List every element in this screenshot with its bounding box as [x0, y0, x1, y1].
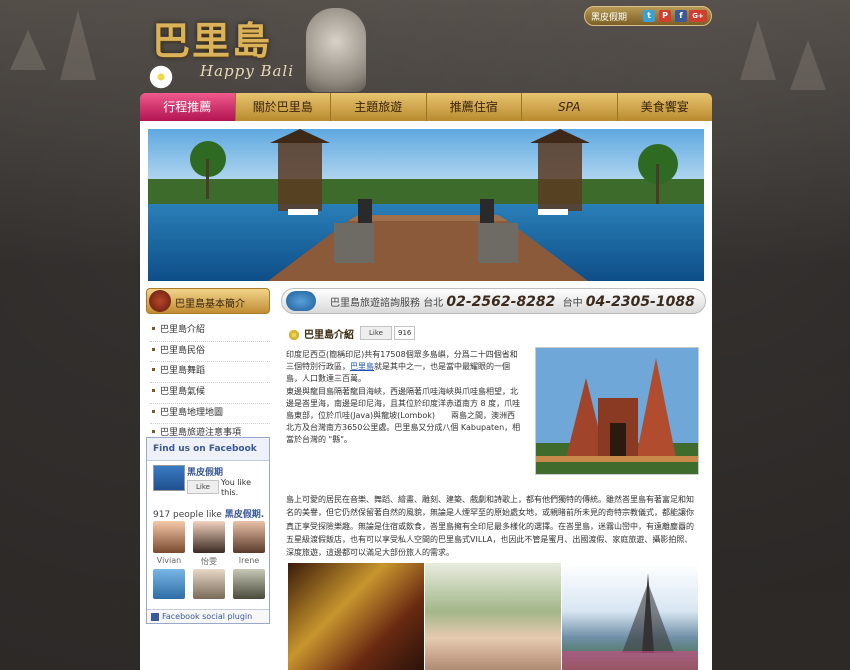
nav-about-bali[interactable]: 關於巴里島 [236, 93, 331, 121]
flower-icon [288, 329, 300, 341]
site-logo[interactable]: 巴里島 Happy Bali [148, 8, 368, 92]
sidebar-header: 巴里島基本簡介 [146, 288, 270, 314]
taipei-phone: 02-2562-8282 [446, 294, 556, 310]
sidebar-item-climate[interactable]: 巴里島氣候 [150, 383, 270, 404]
sidebar-item-map[interactable]: 巴里島地理地圖 [150, 404, 270, 425]
home-link[interactable]: 黑皮假期 [591, 10, 627, 23]
balinese-dancers-photo [288, 563, 424, 670]
frangipani-flower-icon [148, 64, 174, 90]
bali-link[interactable]: 巴里島 [350, 362, 374, 371]
service-hotline-bar: 巴里島旅遊諮詢服務 台北 02-2562-8282 台中 04-2305-108… [281, 288, 706, 314]
bullet-icon [152, 368, 155, 372]
taichung-phone: 04-2305-1088 [585, 294, 695, 310]
photo-strip [288, 563, 699, 670]
bullet-icon [152, 409, 155, 413]
fan-avatar[interactable] [233, 521, 265, 553]
fan-avatar[interactable] [153, 569, 185, 599]
sidebar-item-dance[interactable]: 巴里島舞蹈 [150, 362, 270, 384]
nav-itinerary[interactable]: 行程推薦 [140, 93, 236, 121]
facebook-page-avatar[interactable] [153, 465, 185, 491]
phone-icon [286, 291, 316, 311]
fan-avatar[interactable] [153, 521, 185, 553]
nav-theme-tours[interactable]: 主題旅遊 [331, 93, 427, 121]
article-like-count: 916 [394, 326, 416, 340]
facebook-like-button[interactable]: Like [187, 480, 219, 494]
temple-photo [535, 347, 699, 475]
facebook-social-plugin-footer[interactable]: Facebook social plugin [147, 609, 269, 623]
content-area: 巴里島基本簡介 巴里島介紹 巴里島民俗 巴里島舞蹈 巴里島氣候 巴里島地理地圖 … [140, 121, 712, 670]
banner-image [148, 129, 704, 281]
decorative-tree [10, 30, 46, 70]
resort-pool-banner [148, 129, 704, 281]
fan-avatar[interactable] [193, 521, 225, 553]
nav-food[interactable]: 美食饗宴 [618, 93, 713, 121]
service-text: 巴里島旅遊諮詢服務 台北 02-2562-8282 台中 04-2305-108… [330, 294, 695, 310]
twitter-icon[interactable]: t [643, 10, 655, 22]
lake-temple-photo [562, 563, 698, 670]
decorative-tree [60, 10, 96, 80]
facebook-you-like-text: You like this. [221, 478, 252, 497]
fan-avatar[interactable] [193, 569, 225, 599]
bullet-icon [152, 327, 155, 330]
nav-spa[interactable]: SPA [522, 93, 618, 121]
facebook-icon[interactable]: f [675, 10, 687, 22]
temple-image [536, 348, 698, 474]
fan-name[interactable]: Vivian [151, 556, 187, 565]
pagoda-shape [562, 573, 698, 670]
sidebar-item-customs[interactable]: 巴里島民俗 [150, 342, 270, 363]
decorative-tree [790, 40, 826, 90]
logo-title: 巴里島 [152, 18, 273, 63]
bullet-icon [152, 347, 155, 351]
article-title: 巴里島介紹 [288, 326, 354, 341]
article-like-button[interactable]: Like [360, 326, 392, 340]
sidebar-menu: 巴里島介紹 巴里島民俗 巴里島舞蹈 巴里島氣候 巴里島地理地圖 巴里島旅遊注意事… [150, 321, 270, 446]
facebook-like-count: 917 people like 黑皮假期. [153, 510, 265, 520]
fan-avatar[interactable] [233, 569, 265, 599]
decorative-tree [740, 20, 776, 80]
buddha-statue-image [306, 8, 366, 92]
fan-name[interactable]: Irene [231, 556, 267, 565]
facebook-box-header[interactable]: Find us on Facebook [147, 438, 269, 461]
article-paragraph-2: 島上可愛的居民在音樂、舞蹈、繪畫、雕刻、建築、戲劇和詩歌上，都有他們獨特的傳統。… [286, 495, 694, 558]
logo-subtitle: Happy Bali [200, 62, 295, 80]
taipei-label: 台北 [423, 298, 444, 309]
nav-accommodation[interactable]: 推薦住宿 [427, 93, 522, 121]
google-plus-icon[interactable]: G+ [689, 10, 707, 22]
article-paragraph-1: 印度尼西亞(簡稱印尼)共有17508個眾多島嶼，分爲二十四個省和三個特別行政區，… [286, 350, 521, 445]
sidebar-item-intro[interactable]: 巴里島介紹 [150, 321, 270, 342]
spa-massage-photo [425, 563, 561, 670]
sidebar-title: 巴里島基本簡介 [175, 299, 245, 310]
main-nav: 行程推薦 關於巴里島 主題旅遊 推薦住宿 SPA 美食饗宴 [140, 93, 712, 121]
facebook-page-name[interactable]: 黑皮假期 [187, 465, 223, 478]
bullet-icon [152, 389, 155, 393]
plurk-icon[interactable]: P [659, 10, 671, 22]
fan-name[interactable]: 怡雯 [191, 556, 227, 567]
facebook-count-page-link[interactable]: 黑皮假期. [225, 510, 264, 520]
top-social-bar: 黑皮假期 t P f G+ [584, 6, 712, 26]
taichung-label: 台中 [562, 298, 583, 309]
bullet-icon [152, 430, 155, 434]
bali-mask-icon [149, 290, 171, 312]
facebook-icon [151, 612, 159, 621]
facebook-like-box: Find us on Facebook 黑皮假期 Like You like t… [146, 437, 270, 624]
